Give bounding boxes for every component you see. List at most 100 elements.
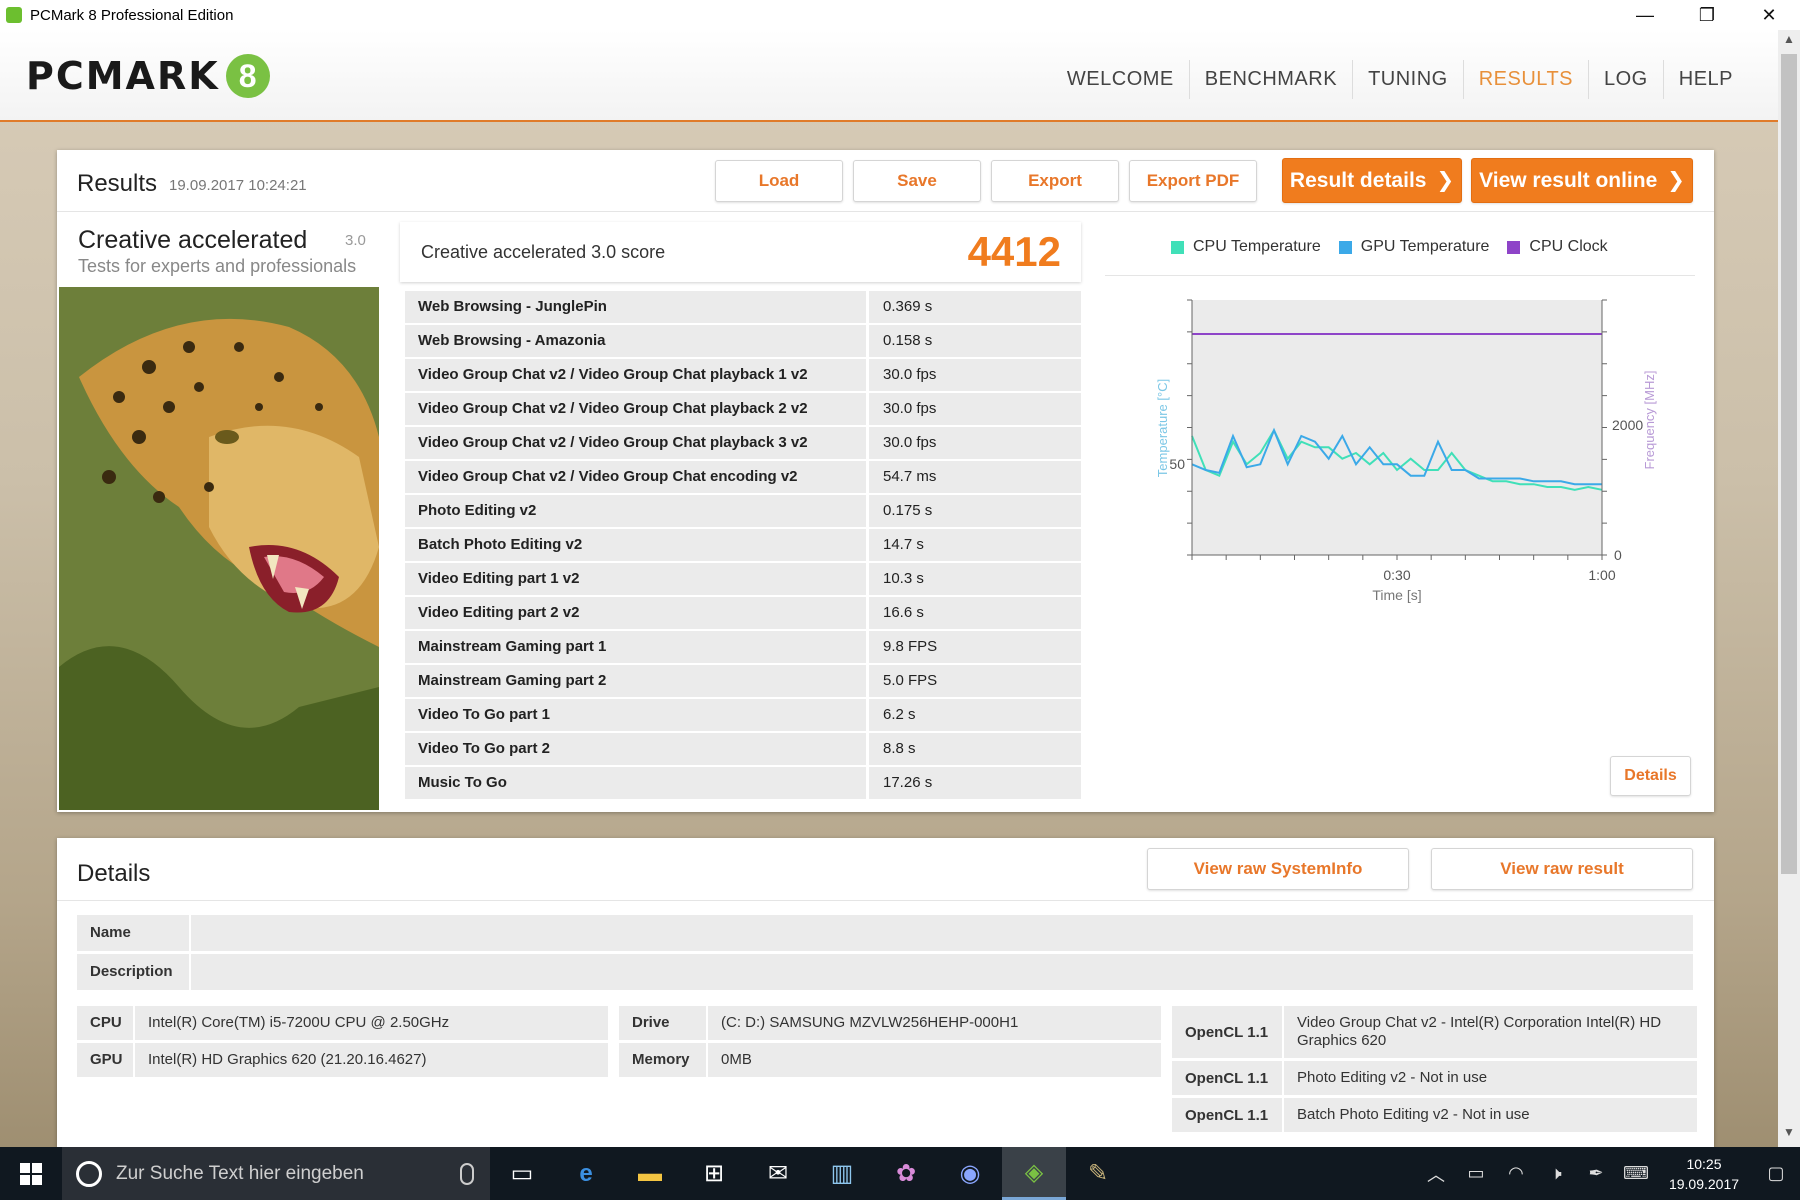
drive-row: Drive (C: D:) SAMSUNG MZVLW256HEHP-000H1 <box>619 1006 1161 1040</box>
opencl-row: OpenCL 1.1 Video Group Chat v2 - Intel(R… <box>1172 1006 1697 1058</box>
name-value <box>191 915 1693 951</box>
leopard-image <box>59 287 379 810</box>
name-row: Name <box>77 915 1693 951</box>
table-row: Video To Go part 1 6.2 s <box>405 699 1081 733</box>
table-row: Web Browsing - JunglePin 0.369 s <box>405 291 1081 325</box>
start-button[interactable] <box>0 1147 62 1200</box>
x-tick-label: 1:00 <box>1588 567 1615 583</box>
chevron-right-icon: ❯ <box>1436 169 1455 192</box>
legend-swatch <box>1507 240 1521 254</box>
nav-results[interactable]: RESULTS <box>1464 60 1589 99</box>
load-button[interactable]: Load <box>715 160 843 202</box>
legend-item: CPU Clock <box>1507 238 1608 256</box>
view-result-online-button[interactable]: View result online ❯ <box>1471 158 1693 203</box>
description-value <box>191 954 1693 990</box>
save-button[interactable]: Save <box>853 160 981 202</box>
table-row: Photo Editing v2 0.175 s <box>405 495 1081 529</box>
close-button[interactable]: ✕ <box>1738 0 1800 30</box>
table-row: Video Group Chat v2 / Video Group Chat p… <box>405 427 1081 461</box>
pcmark-taskbar-icon[interactable]: ◈ <box>1002 1147 1066 1200</box>
results-panel: Results 19.09.2017 10:24:21 Load Save Ex… <box>57 150 1714 812</box>
app-icon-bars[interactable]: ▥ <box>810 1147 874 1200</box>
plot-area <box>1192 300 1602 555</box>
legend-item: CPU Temperature <box>1171 238 1321 256</box>
export-button[interactable]: Export <box>991 160 1119 202</box>
app-header: PCMARK 8 WELCOME BENCHMARK TUNING RESULT… <box>0 30 1778 122</box>
table-row: Video Group Chat v2 / Video Group Chat p… <box>405 393 1081 427</box>
legend-swatch <box>1171 240 1184 254</box>
window-titlebar: PCMark 8 Professional Edition — ❐ ✕ <box>0 0 1800 30</box>
microphone-icon[interactable] <box>460 1162 474 1185</box>
view-raw-systeminfo-button[interactable]: View raw SystemInfo <box>1147 848 1409 890</box>
mail-icon[interactable]: ✉ <box>746 1147 810 1200</box>
taskbar-search[interactable]: Zur Suche Text hier eingeben <box>62 1147 490 1200</box>
description-label: Description <box>77 954 189 990</box>
description-row: Description <box>77 954 1693 990</box>
windows-logo-icon <box>20 1162 42 1185</box>
y2-tick-label: 0 <box>1614 547 1622 563</box>
store-icon[interactable]: ⊞ <box>682 1147 746 1200</box>
scroll-down-icon[interactable]: ▼ <box>1778 1125 1800 1145</box>
table-row: Mainstream Gaming part 1 9.8 FPS <box>405 631 1081 665</box>
nav-tuning[interactable]: TUNING <box>1353 60 1464 99</box>
main-nav: WELCOME BENCHMARK TUNING RESULTS LOG HEL… <box>1052 60 1748 99</box>
temperature-clock-chart: 0:30 1:00 50 2000 0 Time [s] Temperature… <box>1155 299 1657 603</box>
table-row: Video Editing part 1 v2 10.3 s <box>405 563 1081 597</box>
subtest-results-table: Web Browsing - JunglePin 0.369 s Web Brow… <box>405 291 1081 801</box>
nav-welcome[interactable]: WELCOME <box>1052 60 1190 99</box>
test-version: 3.0 <box>345 232 366 249</box>
tool-app-icon[interactable]: ✎ <box>1066 1147 1130 1200</box>
results-date: 19.09.2017 10:24:21 <box>169 177 307 194</box>
speaker-muted-icon[interactable]: 🕨 <box>1536 1163 1576 1184</box>
chevron-right-icon: ❯ <box>1667 169 1685 192</box>
legend-item: GPU Temperature <box>1338 238 1489 256</box>
y2-tick-label: 2000 <box>1612 417 1643 433</box>
minimize-button[interactable]: — <box>1614 0 1676 30</box>
score-box: Creative accelerated 3.0 score 4412 <box>400 222 1081 282</box>
pen-icon[interactable]: ✒ <box>1576 1163 1616 1184</box>
y-axis-label: Temperature [°C] <box>1155 379 1170 477</box>
chevron-up-icon[interactable]: ︿ <box>1416 1161 1456 1187</box>
taskbar-clock[interactable]: 10:25 19.09.2017 <box>1656 1154 1752 1194</box>
clock-date: 19.09.2017 <box>1668 1175 1740 1192</box>
edge-browser-icon[interactable]: e <box>554 1147 618 1200</box>
vertical-scrollbar[interactable]: ▲ ▼ <box>1778 30 1800 1147</box>
security-app-icon[interactable]: ◉ <box>938 1147 1002 1200</box>
table-row: Video Group Chat v2 / Video Group Chat p… <box>405 359 1081 393</box>
window-title: PCMark 8 Professional Edition <box>30 6 234 24</box>
legend-swatch <box>1338 240 1352 254</box>
system-tray: ︿ ▭ ◠ 🕨 ✒ ⌨ 10:25 19.09.2017 ▢ <box>1416 1147 1800 1200</box>
opencl-row: OpenCL 1.1 Photo Editing v2 - Not in use <box>1172 1061 1697 1095</box>
scroll-up-icon[interactable]: ▲ <box>1778 32 1800 52</box>
y2-axis-label: Frequency [MHz] <box>1642 371 1657 470</box>
task-view-icon[interactable]: ▭ <box>490 1147 554 1200</box>
view-raw-result-button[interactable]: View raw result <box>1431 848 1693 890</box>
cortana-icon <box>76 1160 102 1187</box>
battery-icon[interactable]: ▭ <box>1456 1163 1496 1184</box>
score-value: 4412 <box>967 228 1061 275</box>
export-pdf-button[interactable]: Export PDF <box>1129 160 1257 202</box>
file-explorer-icon[interactable]: ▬ <box>618 1147 682 1200</box>
result-details-button[interactable]: Result details ❯ <box>1282 158 1462 203</box>
table-row: Video Group Chat v2 / Video Group Chat e… <box>405 461 1081 495</box>
search-input[interactable]: Zur Suche Text hier eingeben <box>116 1163 460 1185</box>
nav-log[interactable]: LOG <box>1589 60 1664 99</box>
scrollbar-thumb[interactable] <box>1781 54 1797 874</box>
app-icon <box>6 7 22 23</box>
details-panel: Details View raw SystemInfo View raw res… <box>57 838 1714 1148</box>
nav-help[interactable]: HELP <box>1664 60 1748 99</box>
paint-app-icon[interactable]: ✿ <box>874 1147 938 1200</box>
pcmark-logo: PCMARK 8 <box>26 54 270 98</box>
results-header: Results 19.09.2017 10:24:21 Load Save Ex… <box>57 150 1714 212</box>
table-row: Video Editing part 2 v2 16.6 s <box>405 597 1081 631</box>
results-title: Results <box>77 170 158 197</box>
wifi-icon[interactable]: ◠ <box>1496 1163 1536 1184</box>
restore-button[interactable]: ❐ <box>1676 0 1738 30</box>
score-label: Creative accelerated 3.0 score <box>421 242 666 262</box>
table-row: Web Browsing - Amazonia 0.158 s <box>405 325 1081 359</box>
keyboard-icon[interactable]: ⌨ <box>1616 1163 1656 1184</box>
action-center-icon[interactable]: ▢ <box>1752 1163 1800 1184</box>
nav-benchmark[interactable]: BENCHMARK <box>1190 60 1354 99</box>
details-button[interactable]: Details <box>1610 756 1691 796</box>
test-subtitle: Tests for experts and professionals <box>78 256 357 276</box>
